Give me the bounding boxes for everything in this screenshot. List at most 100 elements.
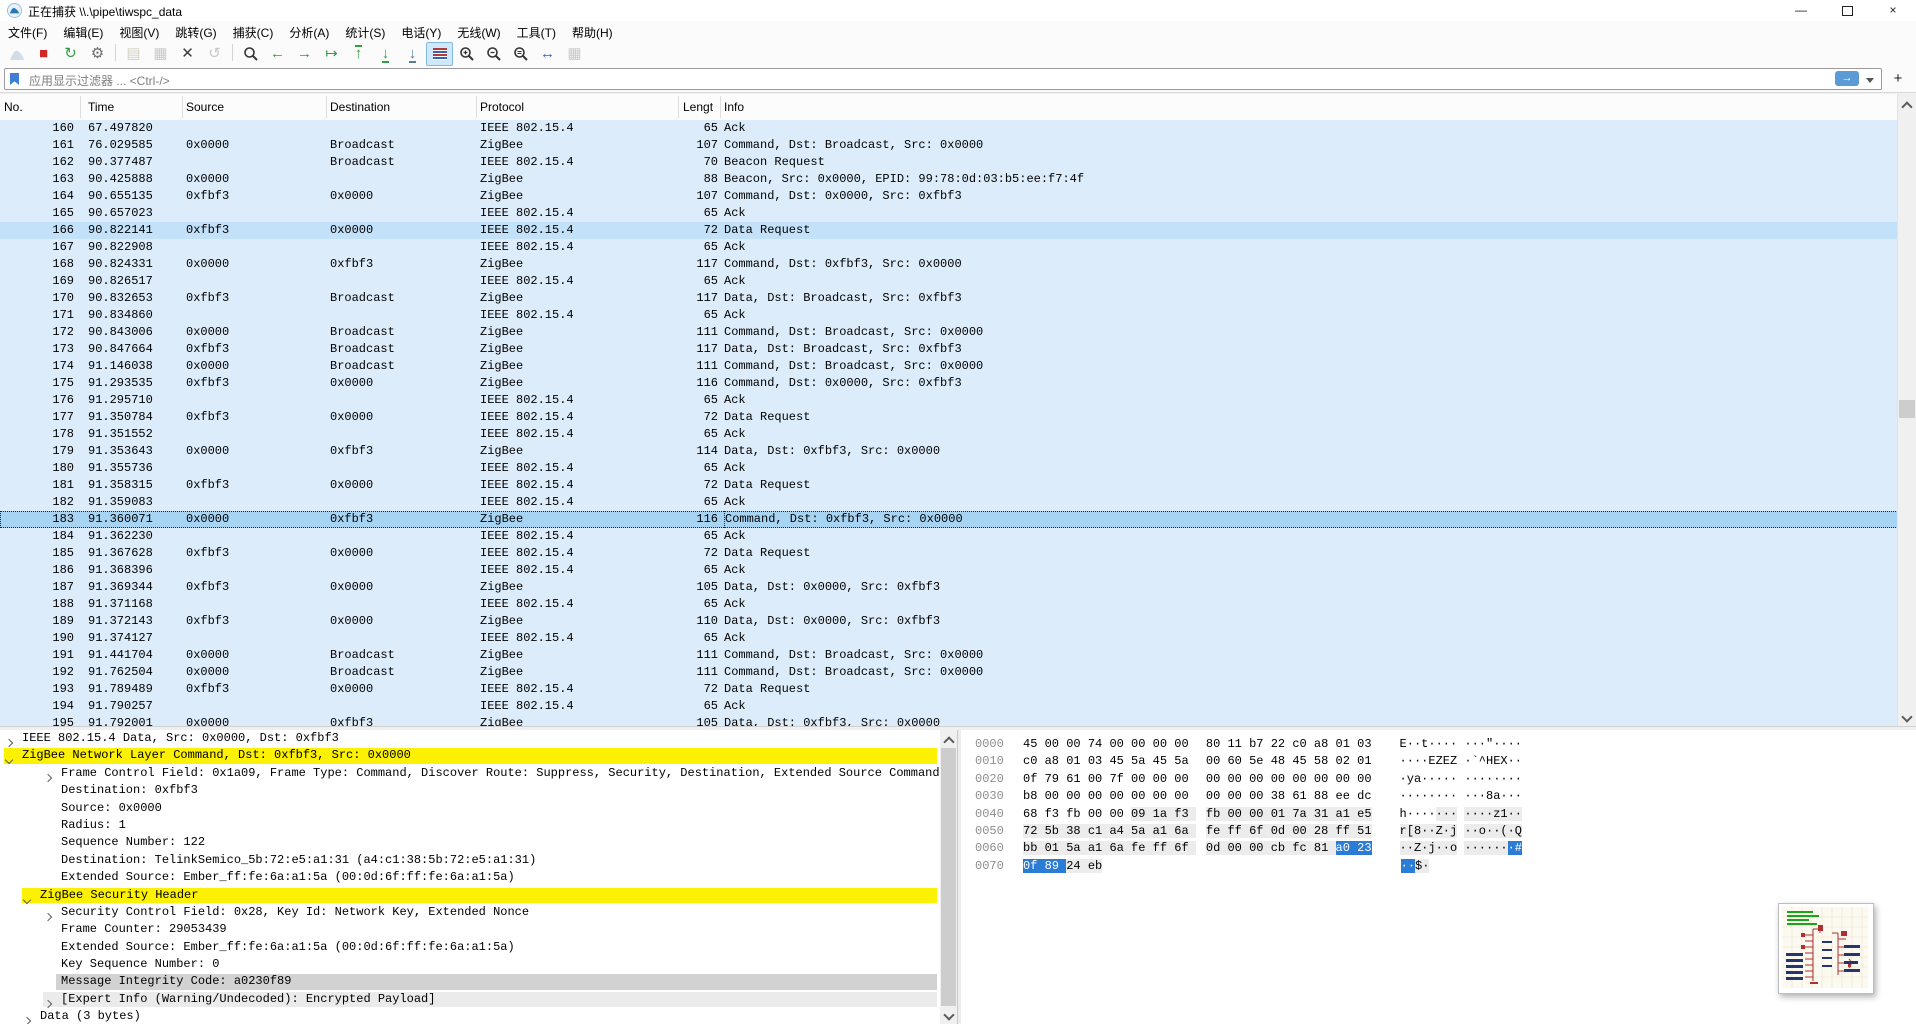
hex-byte[interactable]: f3: [1174, 807, 1196, 821]
packet-row-190[interactable]: 19091.374127IEEE 802.15.465Ack: [0, 630, 1898, 647]
packet-row-168[interactable]: 16890.8243310x00000xfbf3ZigBee117Command…: [0, 256, 1898, 273]
schematic-preview-window[interactable]: [1778, 903, 1874, 994]
column-header-destination[interactable]: Destination: [330, 100, 390, 114]
hex-byte[interactable]: 00: [1153, 789, 1175, 803]
hex-byte[interactable]: 00: [1206, 772, 1228, 786]
open-file-icon[interactable]: ▤: [120, 42, 147, 66]
ascii-char[interactable]: ·: [1400, 789, 1407, 803]
packet-list-scrollbar[interactable]: [1897, 94, 1916, 726]
detail-tree-item-12[interactable]: Extended Source: Ember_ff:fe:6a:a1:5a (0…: [0, 939, 940, 956]
hex-byte[interactable]: 79: [1045, 772, 1067, 786]
ascii-char[interactable]: ·: [1436, 807, 1443, 821]
hex-byte[interactable]: 00: [1045, 789, 1067, 803]
ascii-char[interactable]: ·: [1401, 859, 1408, 873]
hex-byte[interactable]: 0d: [1271, 824, 1293, 838]
hex-row-0000[interactable]: 000045 00 00 74 00 00 00 00 80 11 b7 22 …: [975, 736, 1916, 753]
hex-byte[interactable]: 89: [1045, 859, 1067, 873]
ascii-char[interactable]: ·: [1436, 841, 1443, 855]
ascii-char[interactable]: #: [1515, 841, 1522, 855]
packet-row-184[interactable]: 18491.362230IEEE 802.15.465Ack: [0, 528, 1898, 545]
hex-byte[interactable]: 00: [1357, 772, 1371, 786]
ascii-char[interactable]: E: [1428, 754, 1435, 768]
hex-byte[interactable]: 24: [1066, 859, 1088, 873]
collapsed-arrow-icon[interactable]: [24, 1013, 30, 1024]
packet-list-scroll-thumb[interactable]: [1899, 400, 1915, 418]
ascii-char[interactable]: ·: [1508, 737, 1515, 751]
hex-byte[interactable]: 60: [1227, 754, 1249, 768]
hex-byte[interactable]: 0d: [1206, 841, 1228, 855]
hex-byte[interactable]: 88: [1314, 789, 1336, 803]
detail-tree-item-0[interactable]: IEEE 802.15.4 Data, Src: 0x0000, Dst: 0x…: [0, 730, 940, 747]
ascii-char[interactable]: j: [1428, 841, 1435, 855]
hex-row-0040[interactable]: 004068 f3 fb 00 00 09 1a f3 fb 00 00 01 …: [975, 806, 1916, 823]
hex-byte[interactable]: ff: [1336, 824, 1358, 838]
ascii-char[interactable]: ·: [1436, 737, 1443, 751]
ascii-char[interactable]: ·: [1508, 789, 1515, 803]
hex-byte[interactable]: 01: [1066, 754, 1088, 768]
ascii-char[interactable]: ^: [1479, 754, 1486, 768]
packet-row-170[interactable]: 17090.8326530xfbf3BroadcastZigBee117Data…: [0, 290, 1898, 307]
hex-byte[interactable]: a1: [1336, 807, 1358, 821]
packet-row-194[interactable]: 19491.790257IEEE 802.15.465Ack: [0, 698, 1898, 715]
ascii-char[interactable]: ·: [1500, 772, 1507, 786]
hex-byte[interactable]: 00: [1249, 807, 1271, 821]
hex-byte[interactable]: 00: [1249, 789, 1271, 803]
hex-byte[interactable]: 45: [1153, 754, 1175, 768]
hex-byte[interactable]: c1: [1088, 824, 1110, 838]
ascii-char[interactable]: ·: [1464, 824, 1471, 838]
ascii-char[interactable]: ·: [1515, 754, 1522, 768]
column-separator[interactable]: [678, 96, 679, 118]
hex-byte[interactable]: 00: [1174, 737, 1196, 751]
ascii-char[interactable]: ·: [1443, 841, 1450, 855]
ascii-char[interactable]: ·: [1400, 841, 1407, 855]
reload-icon[interactable]: ↺: [201, 42, 228, 66]
hex-byte[interactable]: 6f: [1174, 841, 1196, 855]
hex-byte[interactable]: 0f: [1023, 772, 1045, 786]
packet-row-182[interactable]: 18291.359083IEEE 802.15.465Ack: [0, 494, 1898, 511]
hex-byte[interactable]: 28: [1314, 824, 1336, 838]
hex-byte[interactable]: 61: [1292, 789, 1314, 803]
hex-byte[interactable]: a8: [1045, 754, 1067, 768]
column-separator[interactable]: [326, 96, 327, 118]
ascii-char[interactable]: h: [1400, 807, 1407, 821]
menu-item-5[interactable]: 分析(A): [281, 21, 337, 41]
hex-byte[interactable]: 45: [1023, 737, 1045, 751]
hex-byte[interactable]: 00: [1045, 737, 1067, 751]
column-header-no[interactable]: No.: [4, 100, 23, 114]
ascii-char[interactable]: ·: [1443, 772, 1450, 786]
hex-byte[interactable]: 7f: [1109, 772, 1131, 786]
ascii-char[interactable]: ·: [1472, 824, 1479, 838]
hex-byte[interactable]: eb: [1088, 859, 1102, 873]
ascii-char[interactable]: ·: [1422, 859, 1429, 873]
packet-row-179[interactable]: 17991.3536430x00000xfbf3ZigBee114Data, D…: [0, 443, 1898, 460]
close-icon[interactable]: ×: [1870, 0, 1916, 21]
hex-row-0030[interactable]: 0030b8 00 00 00 00 00 00 00 00 00 00 38 …: [975, 788, 1916, 805]
packet-row-175[interactable]: 17591.2935350xfbf30x0000ZigBee116Command…: [0, 375, 1898, 392]
menu-item-9[interactable]: 工具(T): [509, 21, 564, 41]
ascii-char[interactable]: ·: [1464, 772, 1471, 786]
ascii-char[interactable]: ·: [1508, 824, 1515, 838]
ascii-char[interactable]: ·: [1428, 772, 1435, 786]
hex-byte[interactable]: 5a: [1131, 824, 1153, 838]
hex-byte[interactable]: 00: [1314, 772, 1336, 786]
packet-row-193[interactable]: 19391.7894890xfbf30x0000IEEE 802.15.472D…: [0, 681, 1898, 698]
hex-byte[interactable]: 00: [1271, 772, 1293, 786]
hex-byte[interactable]: fb: [1206, 807, 1228, 821]
hex-byte[interactable]: a4: [1109, 824, 1131, 838]
stop-capture-icon[interactable]: ■: [30, 42, 57, 66]
detail-tree-item-10[interactable]: Security Control Field: 0x28, Key Id: Ne…: [0, 904, 940, 921]
menu-item-1[interactable]: 编辑(E): [55, 21, 111, 41]
packet-row-171[interactable]: 17190.834860IEEE 802.15.465Ack: [0, 307, 1898, 324]
column-header-time[interactable]: Time: [88, 100, 114, 114]
ascii-char[interactable]: ·: [1508, 772, 1515, 786]
hex-byte[interactable]: bb: [1023, 841, 1045, 855]
ascii-char[interactable]: ·: [1472, 841, 1479, 855]
resize-columns-icon[interactable]: ↔: [534, 42, 561, 66]
hex-byte[interactable]: 00: [1153, 737, 1175, 751]
ascii-char[interactable]: ·: [1464, 789, 1471, 803]
hex-byte[interactable]: 00: [1088, 772, 1110, 786]
ascii-char[interactable]: ·: [1428, 789, 1435, 803]
hex-byte[interactable]: 00: [1292, 824, 1314, 838]
ascii-char[interactable]: ·: [1443, 824, 1450, 838]
detail-scrollbar[interactable]: [940, 730, 957, 1024]
